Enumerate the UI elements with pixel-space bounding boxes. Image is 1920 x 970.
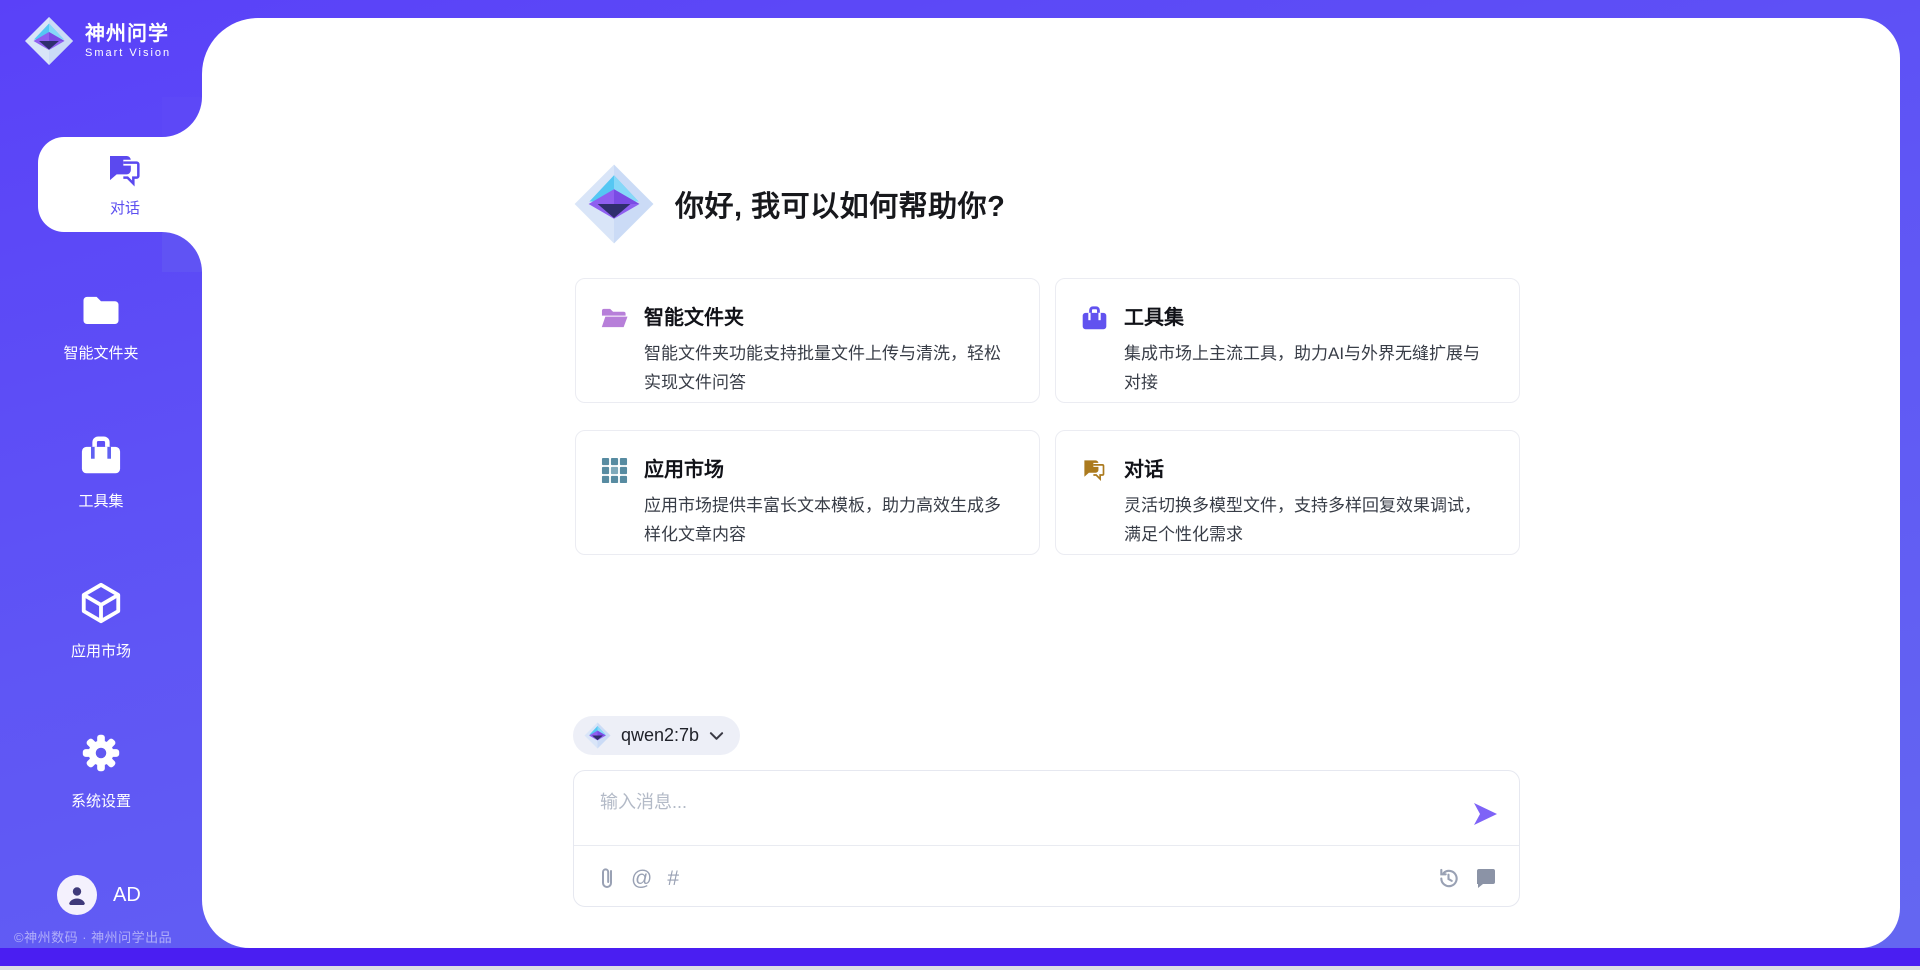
- card-chat[interactable]: 对话 灵活切换多模型文件，支持多样回复效果调试，满足个性化需求: [1055, 430, 1520, 555]
- brand-text: 神州问学 Smart Vision: [85, 22, 171, 60]
- feature-cards: 智能文件夹 智能文件夹功能支持批量文件上传与清洗，轻松实现文件问答 工具集 集成…: [575, 278, 1520, 555]
- avatar: [57, 875, 97, 915]
- card-title: 智能文件夹: [644, 301, 1013, 330]
- folder-open-icon: [601, 305, 628, 332]
- user-name: AD: [113, 884, 141, 907]
- tab-curve-bottom: [162, 232, 202, 272]
- feedback-bubble-icon[interactable]: [1475, 867, 1497, 889]
- brand-diamond-icon: [24, 16, 74, 66]
- user-profile[interactable]: AD: [57, 875, 141, 915]
- card-app-market[interactable]: 应用市场 应用市场提供丰富长文本模板，助力高效生成多样化文章内容: [575, 430, 1040, 555]
- sidebar-item-label: 系统设置: [0, 790, 202, 811]
- brand-name: 神州问学: [85, 22, 171, 46]
- sidebar-item-toolset[interactable]: 工具集: [0, 436, 202, 511]
- brand-subtitle: Smart Vision: [85, 46, 171, 60]
- toolbox-icon: [79, 436, 123, 476]
- greeting-text: 你好, 我可以如何帮助你?: [675, 183, 1005, 225]
- sidebar-footer: ©神州数码 · 神州问学出品: [14, 927, 172, 946]
- card-description: 灵活切换多模型文件，支持多样回复效果调试，满足个性化需求: [1124, 491, 1493, 549]
- chevron-down-icon: [709, 731, 724, 741]
- folder-icon: [80, 292, 122, 328]
- card-title: 应用市场: [644, 453, 1013, 482]
- sidebar-item-label: 工具集: [0, 490, 202, 511]
- bottom-accent-bar: [0, 948, 1920, 966]
- send-icon[interactable]: [1471, 800, 1499, 828]
- sidebar-item-app-market[interactable]: 应用市场: [0, 580, 202, 661]
- chat-bubbles-icon: [1081, 457, 1108, 484]
- sidebar-item-chat[interactable]: 对话: [38, 137, 212, 232]
- model-selector[interactable]: qwen2:7b: [573, 716, 740, 755]
- sidebar-item-settings[interactable]: 系统设置: [0, 730, 202, 811]
- card-smart-folder[interactable]: 智能文件夹 智能文件夹功能支持批量文件上传与清洗，轻松实现文件问答: [575, 278, 1040, 403]
- card-description: 集成市场上主流工具，助力AI与外界无缝扩展与对接: [1124, 339, 1493, 397]
- sidebar-item-label: 智能文件夹: [0, 342, 202, 363]
- cube-icon: [78, 580, 124, 626]
- composer-right-tools: [1437, 867, 1497, 890]
- mention-icon[interactable]: @: [631, 868, 652, 889]
- greeting: 你好, 我可以如何帮助你?: [573, 163, 1005, 245]
- hashtag-icon[interactable]: #: [667, 868, 679, 889]
- grid-icon: [601, 457, 628, 484]
- card-description: 智能文件夹功能支持批量文件上传与清洗，轻松实现文件问答: [644, 339, 1013, 397]
- tab-curve-top: [162, 97, 202, 137]
- sidebar-item-label: 对话: [110, 197, 140, 218]
- person-icon: [65, 883, 89, 907]
- card-toolset[interactable]: 工具集 集成市场上主流工具，助力AI与外界无缝扩展与对接: [1055, 278, 1520, 403]
- composer-left-tools: @ #: [598, 866, 679, 890]
- brand-logo: 神州问学 Smart Vision: [24, 16, 171, 66]
- card-title: 对话: [1124, 453, 1493, 482]
- history-icon[interactable]: [1437, 867, 1460, 890]
- message-composer: @ #: [573, 770, 1520, 907]
- sidebar-item-label: 应用市场: [0, 640, 202, 661]
- model-diamond-icon: [584, 722, 611, 749]
- sidebar-item-smart-folder[interactable]: 智能文件夹: [0, 292, 202, 363]
- bottom-edge-line: [0, 966, 1920, 970]
- composer-toolbar: @ #: [598, 857, 1497, 899]
- chat-bubbles-icon: [105, 151, 145, 191]
- card-title: 工具集: [1124, 301, 1493, 330]
- gear-icon: [78, 730, 124, 776]
- composer-divider: [574, 845, 1519, 846]
- toolbox-icon: [1081, 305, 1108, 332]
- card-description: 应用市场提供丰富长文本模板，助力高效生成多样化文章内容: [644, 491, 1013, 549]
- message-input[interactable]: [600, 785, 1460, 819]
- model-name: qwen2:7b: [621, 725, 699, 746]
- attachment-icon[interactable]: [598, 866, 616, 890]
- assistant-diamond-icon: [573, 163, 655, 245]
